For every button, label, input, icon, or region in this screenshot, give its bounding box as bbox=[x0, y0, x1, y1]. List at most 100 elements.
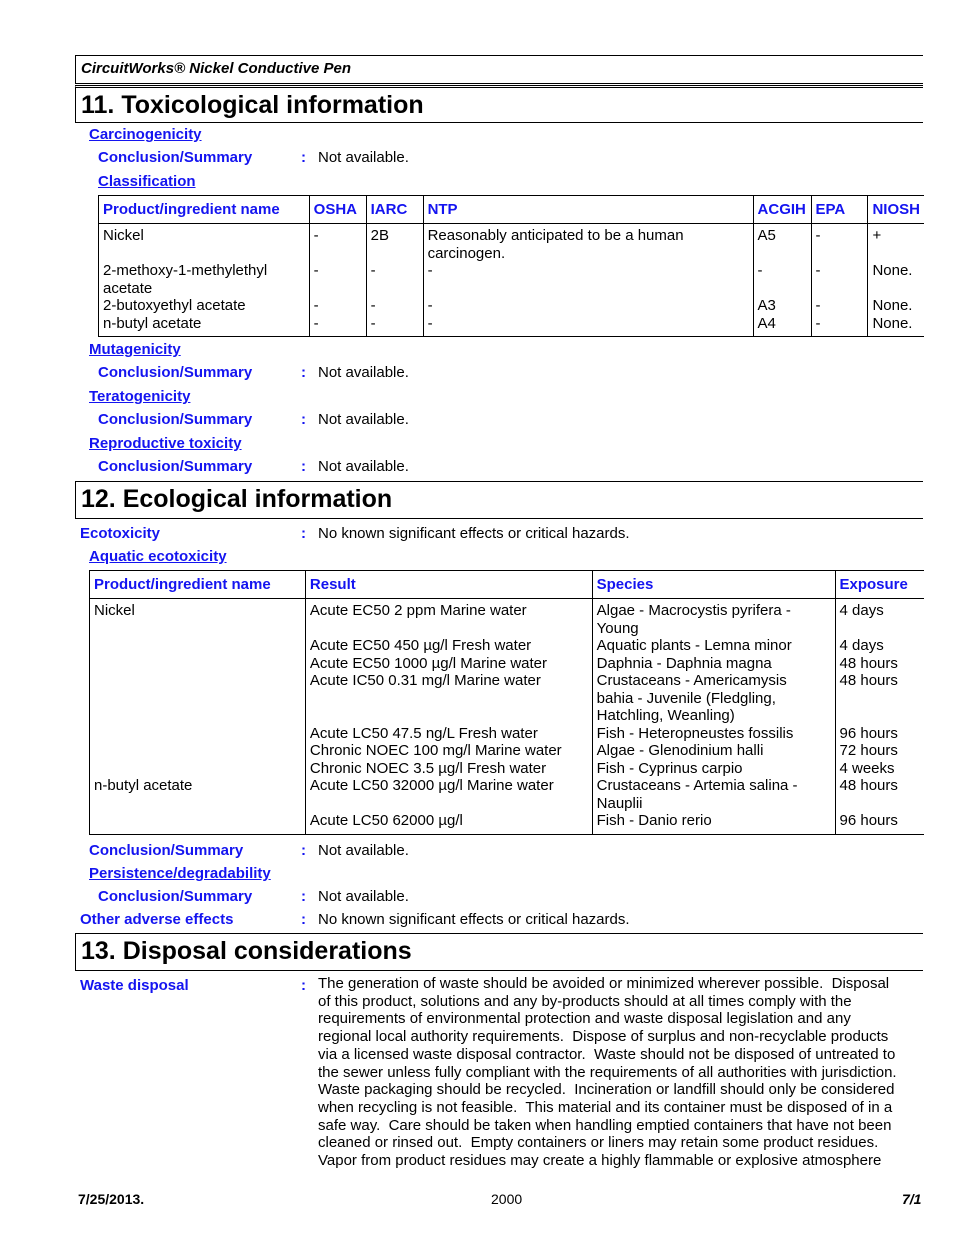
cell-species: Crustaceans - Americamysis bahia - Juven… bbox=[591, 672, 835, 725]
cell-exposure: 4 days bbox=[834, 598, 924, 637]
waste-disposal-line: of this product, solutions and any by-pr… bbox=[318, 992, 852, 1010]
col-header-osha: OSHA bbox=[308, 195, 367, 224]
cell-name: n-butyl acetate bbox=[94, 777, 193, 794]
colon-separator: : bbox=[301, 888, 306, 905]
waste-disposal-line: the sewer unless fully compliant with th… bbox=[318, 1063, 897, 1081]
waste-disposal-label: Waste disposal bbox=[80, 977, 189, 994]
waste-disposal-text: The generation of waste should be avoide… bbox=[318, 975, 923, 1170]
cell-niosh: None. bbox=[867, 314, 924, 337]
conclusion-value: Not available. bbox=[318, 458, 409, 475]
teratogenicity-heading[interactable]: Teratogenicity bbox=[89, 388, 190, 405]
conclusion-value: Not available. bbox=[318, 411, 409, 428]
colon-separator: : bbox=[301, 411, 306, 428]
waste-disposal-line: when recycling is not feasible. This mat… bbox=[318, 1098, 893, 1116]
table-row: Acute IC50 0.31 mg/l Marine water Crustac… bbox=[90, 672, 924, 725]
ecotoxicity-label: Ecotoxicity bbox=[80, 525, 161, 542]
cell-name bbox=[90, 637, 306, 655]
conclusion-value: Not available. bbox=[318, 364, 409, 381]
conclusion-value: Not available. bbox=[318, 149, 409, 166]
conclusion-value: Not available. bbox=[318, 888, 409, 905]
table-header-row: Product/ingredient name OSHA IARC NTP AC… bbox=[98, 195, 924, 224]
conclusion-label: Conclusion/Summary bbox=[98, 364, 253, 381]
waste-disposal-line: regional local authority requirements. D… bbox=[318, 1028, 889, 1046]
mutagenicity-heading[interactable]: Mutagenicity bbox=[89, 341, 181, 358]
col-header-acgih: ACGIH bbox=[752, 195, 812, 224]
section-12-title: 12. Ecological information bbox=[81, 485, 393, 513]
cell-exposure: 72 hours bbox=[834, 742, 924, 760]
waste-disposal-line: Vapor from product residues may create a… bbox=[318, 1152, 882, 1170]
colon-separator: : bbox=[301, 977, 306, 994]
table-row: n-butyl acetate - - - A4 - None. bbox=[99, 314, 924, 337]
cell-niosh: None. bbox=[867, 297, 924, 315]
reproductive-toxicity-heading[interactable]: Reproductive toxicity bbox=[89, 435, 242, 452]
cell-name bbox=[90, 725, 306, 743]
col-header-product: Product/ingredient name bbox=[98, 195, 310, 224]
cell-name: 2-butoxyethyl acetate bbox=[103, 297, 246, 314]
ecotoxicity-value: No known significant effects or critical… bbox=[318, 525, 630, 542]
cell-result: Acute LC50 32000 µg/l Marine water bbox=[304, 777, 593, 812]
cell-niosh: + bbox=[867, 223, 924, 262]
cell-name bbox=[90, 760, 306, 778]
cell-epa: - bbox=[810, 314, 868, 337]
cell-name: Nickel bbox=[94, 602, 135, 619]
persistence-heading[interactable]: Persistence/degradability bbox=[89, 865, 271, 882]
col-header-species: Species bbox=[591, 570, 835, 599]
cell-acgih: A5 bbox=[752, 223, 812, 262]
table-row: Nickel Acute EC50 2 ppm Marine water Algae… bbox=[90, 598, 924, 637]
waste-disposal-line: cleaned or rinsed out. Empty containers … bbox=[318, 1134, 879, 1152]
cell-name: n-butyl acetate bbox=[103, 314, 202, 332]
cell-exposure: 48 hours bbox=[834, 777, 924, 812]
carcinogenicity-heading[interactable]: Carcinogenicity bbox=[89, 126, 202, 143]
cell-result: Acute LC50 47.5 ng/L Fresh water bbox=[304, 724, 593, 742]
cell-result: Chronic NOEC 100 mg/l Marine water bbox=[304, 742, 593, 760]
table-row: Acute EC50 450 µg/l Fresh water Aquatic p… bbox=[90, 637, 924, 655]
cell-ntp: - bbox=[422, 262, 754, 297]
cell-iarc: - bbox=[365, 262, 424, 297]
cell-result: Acute LC50 62000 µg/l bbox=[304, 812, 593, 834]
table-row: n-butyl acetate Acute LC50 32000 µg/l Mar… bbox=[90, 777, 924, 812]
cell-exposure: 48 hours bbox=[834, 672, 924, 725]
cell-exposure: 96 hours bbox=[834, 724, 924, 742]
colon-separator: : bbox=[301, 525, 306, 542]
conclusion-label: Conclusion/Summary bbox=[89, 842, 244, 859]
product-name: CircuitWorks® Nickel Conductive Pen bbox=[81, 60, 352, 77]
col-header-niosh: NIOSH bbox=[867, 195, 924, 224]
cell-result: Acute IC50 0.31 mg/l Marine water bbox=[304, 672, 593, 725]
cell-osha: - bbox=[308, 223, 367, 262]
cell-name: Nickel bbox=[103, 227, 144, 244]
cell-exposure: 4 days bbox=[834, 637, 924, 655]
colon-separator: : bbox=[301, 149, 306, 166]
conclusion-label: Conclusion/Summary bbox=[98, 149, 253, 166]
cell-ntp: - bbox=[422, 297, 754, 315]
table-header-row: Product/ingredient name Result Species E… bbox=[89, 570, 924, 599]
cell-species: Fish - Cyprinus carpio bbox=[591, 759, 835, 777]
cell-species: Algae - Macrocystis pyrifera - Young bbox=[591, 598, 835, 637]
cell-name bbox=[90, 812, 306, 834]
waste-disposal-line: via a licensed waste disposal contractor… bbox=[318, 1045, 896, 1063]
section-13-header: 13. Disposal considerations bbox=[75, 933, 923, 971]
col-header-ntp: NTP bbox=[422, 195, 754, 224]
section-11-header: 11. Toxicological information bbox=[75, 85, 923, 123]
waste-disposal-line: safe way. Care should be taken when hand… bbox=[318, 1116, 892, 1134]
cell-iarc: - bbox=[365, 297, 424, 315]
cell-name bbox=[90, 742, 306, 760]
classification-heading[interactable]: Classification bbox=[98, 173, 196, 190]
cell-iarc: 2B bbox=[365, 223, 424, 262]
aquatic-ecotoxicity-heading[interactable]: Aquatic ecotoxicity bbox=[89, 548, 227, 565]
cell-species: Fish - Heteropneustes fossilis bbox=[591, 724, 835, 742]
table-row: Acute LC50 62000 µg/l Fish - Danio rerio 9… bbox=[90, 812, 924, 834]
table-row: 2-butoxyethyl acetate - - - A3 - None. bbox=[99, 297, 924, 315]
conclusion-label: Conclusion/Summary bbox=[98, 411, 253, 428]
footer-code: 2000 bbox=[491, 1191, 523, 1207]
cell-epa: - bbox=[810, 297, 868, 315]
table-row: Nickel - 2B Reasonably anticipated to be… bbox=[99, 223, 924, 262]
waste-disposal-line: requirements of environmental protection… bbox=[318, 1010, 851, 1028]
col-header-result: Result bbox=[304, 570, 593, 599]
col-header-product: Product/ingredient name bbox=[89, 570, 306, 599]
waste-disposal-line: Waste packaging should be recycled. Inci… bbox=[318, 1081, 895, 1099]
table-row: Acute EC50 1000 µg/l Marine water Daphnia… bbox=[90, 654, 924, 673]
carcinogenicity-classification-table: Product/ingredient name OSHA IARC NTP AC… bbox=[98, 195, 924, 337]
cell-species: Fish - Danio rerio bbox=[591, 812, 835, 834]
waste-disposal-line: The generation of waste should be avoide… bbox=[318, 975, 890, 992]
cell-name bbox=[90, 655, 306, 673]
